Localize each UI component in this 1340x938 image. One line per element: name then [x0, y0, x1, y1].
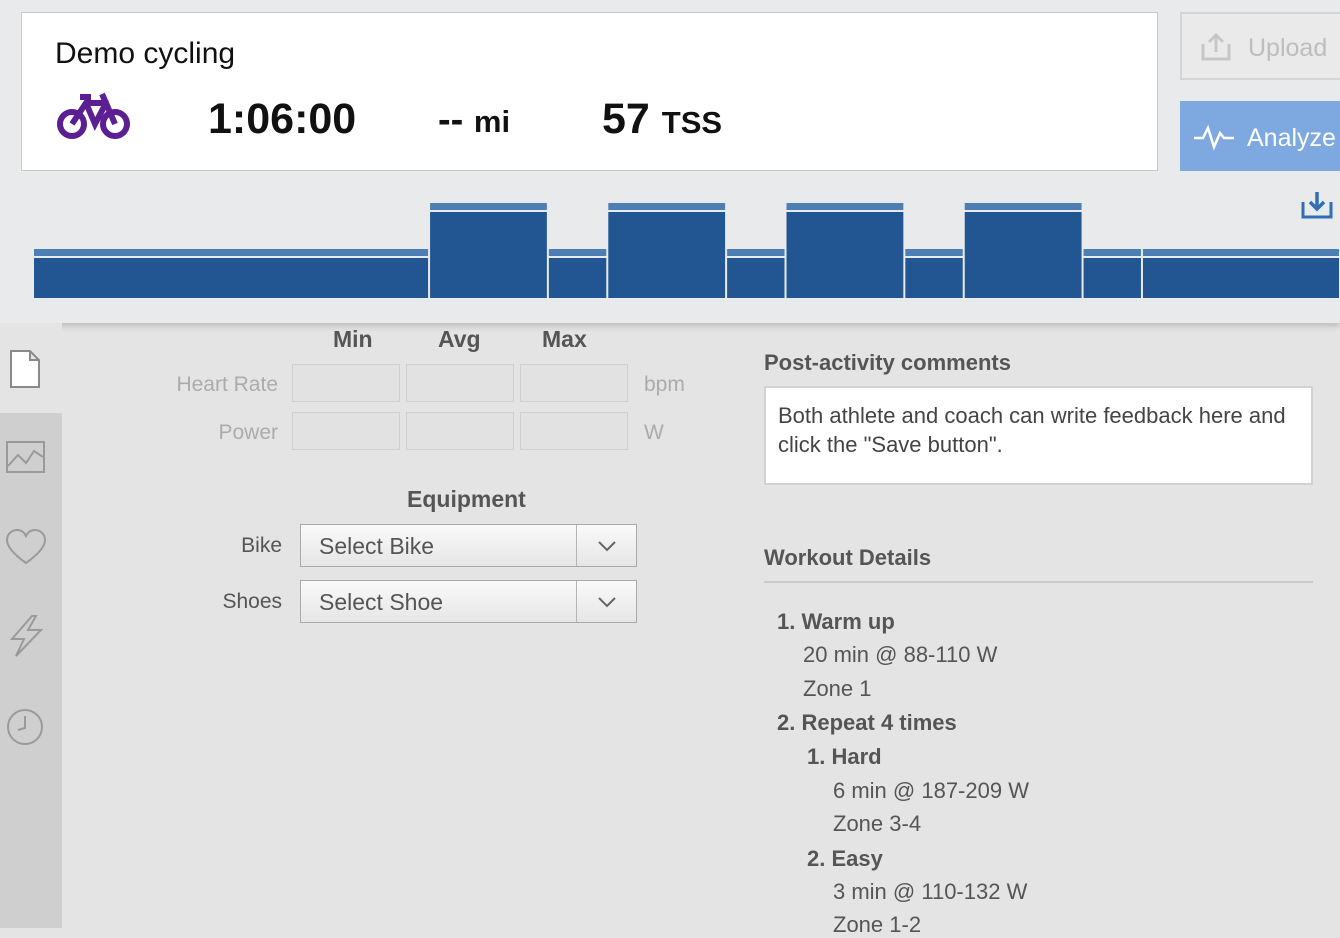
workout-segment-cap: [964, 203, 1082, 210]
step-number: 1.: [807, 744, 826, 769]
clock-icon[interactable]: [6, 708, 46, 753]
chevron-down-icon: [598, 597, 616, 608]
workout-segment-bar[interactable]: [608, 212, 726, 298]
select-divider: [576, 525, 577, 566]
metrics-col-avg: Avg: [438, 326, 481, 352]
power-min-field[interactable]: [292, 412, 400, 450]
workout-step-target: 20 min @ 88-110 W: [803, 642, 998, 667]
hr-avg-field[interactable]: [406, 364, 514, 402]
post-activity-comment-input[interactable]: Both athlete and coach can write feedbac…: [764, 386, 1313, 485]
sidebar: [0, 323, 62, 928]
workout-segment-cap: [727, 249, 785, 256]
workout-structure-chart[interactable]: [0, 190, 1340, 300]
metrics-col-max: Max: [542, 326, 587, 352]
divider: [764, 581, 1313, 583]
activity-title[interactable]: Demo cycling: [55, 37, 235, 71]
lightning-icon[interactable]: [8, 615, 44, 662]
analyze-label: Analyze: [1247, 124, 1336, 152]
duration-value: 1:06:00: [208, 95, 357, 143]
bike-select-value: Select Bike: [319, 533, 435, 559]
step-title: Repeat 4 times: [801, 710, 957, 735]
tss-number: 57: [602, 95, 650, 143]
hr-max-field[interactable]: [520, 364, 628, 402]
workout-segment-cap: [430, 203, 547, 210]
workout-substep: 2. Easy: [807, 846, 883, 872]
equipment-title: Equipment: [407, 486, 526, 512]
shoes-select[interactable]: Select Shoe: [300, 580, 637, 623]
upload-label: Upload: [1248, 34, 1328, 62]
upload-icon: [1201, 32, 1231, 61]
activity-header: Demo cycling 1:06:00 -- mi 57 TSS Upload: [0, 0, 1340, 323]
workout-step-zone: Zone 1-2: [833, 912, 922, 937]
post-activity-comments-title: Post-activity comments: [764, 350, 1011, 375]
workout-details-title: Workout Details: [764, 545, 932, 570]
step-number: 1.: [777, 609, 796, 634]
step-title: Warm up: [801, 609, 895, 634]
workout-segment-bar[interactable]: [1142, 258, 1339, 298]
step-number: 2.: [807, 846, 826, 871]
distance-value: -- mi: [438, 99, 510, 142]
distance-number: --: [438, 99, 464, 141]
workout-step-zone: Zone 1: [803, 676, 872, 701]
workout-step-zone: Zone 3-4: [833, 811, 922, 836]
workout-segment-bar[interactable]: [34, 258, 429, 298]
chevron-down-icon: [598, 541, 616, 552]
bike-select[interactable]: Select Bike: [300, 524, 637, 567]
shoes-label: Shoes: [222, 590, 282, 613]
workout-segment-bar[interactable]: [430, 212, 547, 298]
workout-step-target: 6 min @ 187-209 W: [833, 778, 1029, 803]
step-number: 2.: [777, 710, 796, 735]
workout-segment-cap: [608, 203, 726, 210]
heart-icon[interactable]: [5, 528, 47, 570]
workout-segment-cap: [548, 249, 607, 256]
workout-step: 2. Repeat 4 times: [777, 710, 957, 736]
workout-segment-cap: [905, 249, 963, 256]
workout-segment-bar[interactable]: [1083, 258, 1141, 298]
document-icon[interactable]: [9, 349, 41, 394]
hr-unit: bpm: [644, 373, 685, 396]
bike-icon: [55, 91, 133, 146]
power-avg-field[interactable]: [406, 412, 514, 450]
heart-rate-label: Heart Rate: [176, 373, 278, 396]
select-divider: [576, 581, 577, 622]
hr-min-field[interactable]: [292, 364, 400, 402]
workout-segment-bar[interactable]: [786, 212, 904, 298]
upload-button[interactable]: Upload: [1180, 12, 1340, 80]
workout-segment-cap: [1083, 249, 1141, 256]
tss-value: 57 TSS: [602, 95, 722, 144]
tss-unit: TSS: [661, 105, 723, 140]
workout-segment-bar[interactable]: [727, 258, 785, 298]
workout-segment-cap: [786, 203, 904, 210]
pulse-icon: [1194, 124, 1234, 151]
power-max-field[interactable]: [520, 412, 628, 450]
workout-segment-cap: [34, 249, 429, 256]
bike-label: Bike: [241, 534, 282, 557]
workout-segment-bar[interactable]: [548, 258, 607, 298]
workout-substep: 1. Hard: [807, 744, 882, 770]
shoes-select-value: Select Shoe: [319, 589, 444, 615]
distance-unit: mi: [473, 104, 511, 139]
chart-icon[interactable]: [6, 441, 46, 480]
power-unit: W: [644, 421, 664, 444]
step-title: Hard: [831, 744, 882, 769]
power-label: Power: [218, 421, 278, 444]
step-title: Easy: [831, 846, 883, 871]
workout-step: 1. Warm up: [777, 609, 895, 635]
workout-segment-bar[interactable]: [905, 258, 963, 298]
analyze-button[interactable]: Analyze: [1180, 101, 1340, 171]
workout-step-target: 3 min @ 110-132 W: [833, 879, 1028, 904]
workout-segment-cap: [1142, 249, 1339, 256]
metrics-col-min: Min: [333, 326, 373, 352]
workout-segment-bar[interactable]: [964, 212, 1082, 298]
activity-summary-card: Demo cycling 1:06:00 -- mi 57 TSS: [21, 12, 1158, 171]
